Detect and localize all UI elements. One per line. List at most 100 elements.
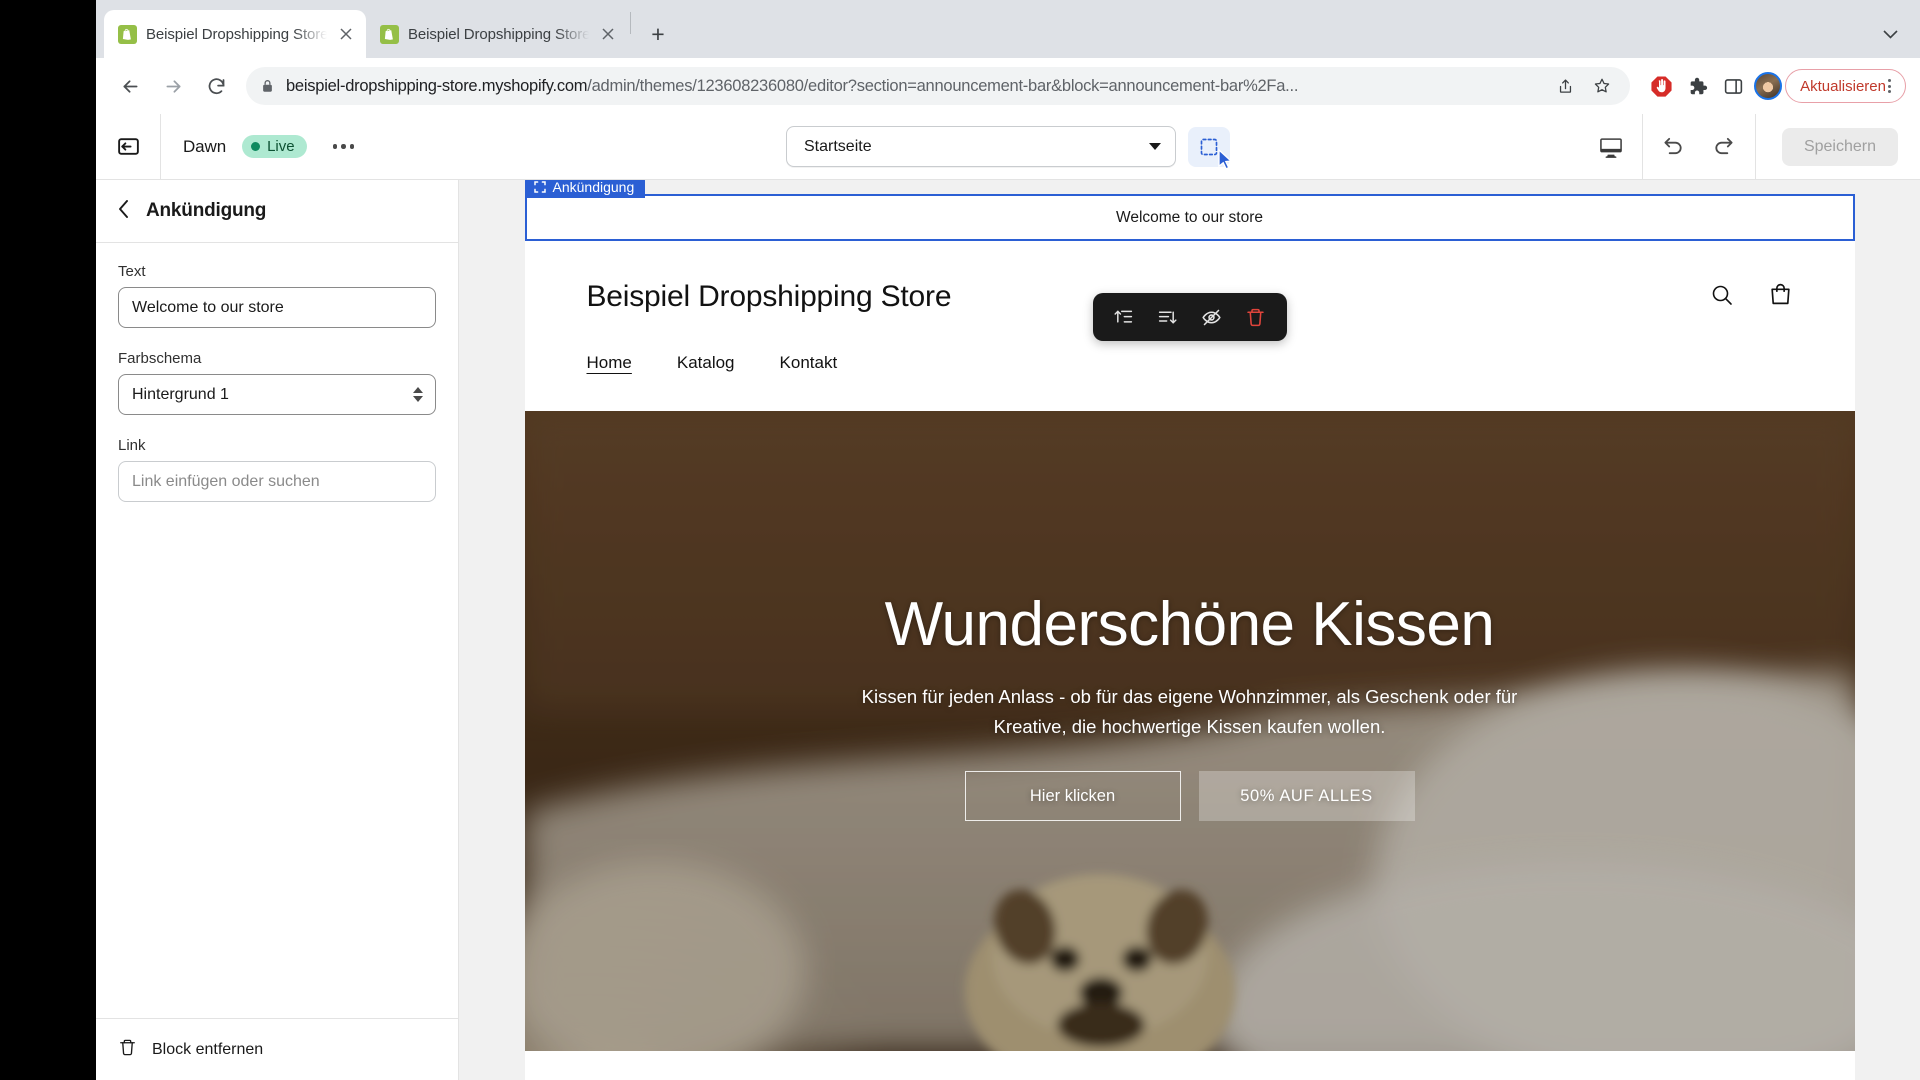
cursor-icon [1216,148,1236,177]
inspector-button[interactable] [1188,126,1233,170]
stepper-icon [413,387,423,402]
tab-title: Beispiel Dropshipping Store · E [408,25,589,43]
nav-item-kontakt[interactable]: Kontakt [780,353,838,373]
field-link: Link Link einfügen oder suchen [118,437,436,502]
forward-arrow-icon[interactable] [153,66,193,106]
announcement-badge[interactable]: Ankündigung [524,180,646,198]
hero-buttons: Hier klicken 50% AUF ALLES [525,771,1855,822]
field-label: Text [118,263,146,280]
remove-block-label: Block entfernen [152,1040,264,1058]
back-arrow-icon[interactable] [110,66,150,106]
hero-content: Wunderschöne Kissen Kissen für jeden Anl… [525,589,1855,822]
block-select-icon [533,181,546,193]
remove-block-button[interactable]: Block entfernen [96,1018,458,1080]
tab-title: Beispiel Dropshipping Store · D [146,25,327,43]
history-buttons [1643,113,1756,180]
editor-body: Ankündigung Text Welcome to our store Fa… [96,180,1920,1080]
tab-divider [630,12,631,34]
hero-section: Wunderschöne Kissen Kissen für jeden Anl… [524,411,1855,1051]
update-browser-button[interactable]: Aktualisieren [1785,69,1906,103]
hide-icon[interactable] [1193,298,1231,336]
move-up-icon[interactable] [1105,298,1143,336]
tab-strip: Beispiel Dropshipping Store · D Beispiel… [96,0,1920,58]
reload-icon[interactable] [196,66,236,106]
theme-editor: Dawn Live Startseite Speichern Ankündigu… [96,113,1920,1080]
browser-window: Beispiel Dropshipping Store · D Beispiel… [96,0,1920,1080]
color-scheme-select[interactable]: Hintergrund 1 [118,374,436,415]
extension-icons [1646,71,1783,101]
desktop-icon[interactable] [1581,113,1643,180]
hero-subtitle: Kissen für jeden Anlass - ob für das eig… [861,686,1518,737]
hero-secondary-button[interactable]: 50% AUF ALLES [1198,771,1415,822]
store-name: Beispiel Dropshipping Store [586,280,952,313]
chevron-down-icon [1149,143,1161,150]
address-bar[interactable]: beispiel-dropshipping-store.myshopify.co… [246,67,1631,105]
trash-icon [118,1038,137,1062]
redo-icon[interactable] [1699,114,1749,180]
adblock-icon[interactable] [1646,71,1676,101]
theme-name: Dawn [183,136,227,156]
page-selector-group: Startseite [786,126,1233,170]
close-icon[interactable] [598,24,618,44]
announcement-badge-label: Ankündigung [552,180,635,195]
status-badge-label: Live [267,138,295,155]
new-tab-button[interactable]: + [641,17,675,51]
lock-icon [261,79,275,93]
star-icon[interactable] [1589,73,1615,99]
editor-toolbar-right: Speichern [1581,113,1920,180]
block-float-toolbar [1092,293,1287,341]
text-input[interactable]: Welcome to our store [118,287,436,328]
editor-toolbar: Dawn Live Startseite Speichern [96,113,1920,180]
link-input[interactable]: Link einfügen oder suchen [118,461,436,502]
page-selector-value: Startseite [804,137,872,155]
field-text: Text Welcome to our store [118,263,436,328]
screen: Beispiel Dropshipping Store · D Beispiel… [0,0,1920,1080]
panel-header: Ankündigung [96,180,458,243]
panel-body: Text Welcome to our store Farbschema Hin… [96,243,458,1018]
puzzle-extensions-icon[interactable] [1682,71,1712,101]
avatar[interactable] [1754,72,1783,100]
field-color-scheme: Farbschema Hintergrund 1 [118,350,436,415]
shopify-icon [118,24,137,44]
chevron-down-icon[interactable] [1883,26,1898,42]
field-label: Link [118,437,146,454]
field-label: Farbschema [118,350,202,367]
save-button[interactable]: Speichern [1781,127,1898,166]
announcement-text: Welcome to our store [1115,208,1264,226]
move-down-icon[interactable] [1149,298,1187,336]
status-badge: Live [242,135,307,158]
omnibox-bar: beispiel-dropshipping-store.myshopify.co… [96,58,1920,114]
share-icon[interactable] [1552,73,1578,99]
browser-tab-2[interactable]: Beispiel Dropshipping Store · E [366,10,628,58]
announcement-bar[interactable]: Ankündigung Welcome to our store [524,180,1855,241]
cart-icon[interactable] [1768,282,1793,312]
store-header-icons [1710,282,1793,312]
nav-item-home[interactable]: Home [587,353,632,373]
hero-title: Wunderschöne Kissen [884,590,1495,659]
delete-icon[interactable] [1237,298,1275,336]
block-settings-panel: Ankündigung Text Welcome to our store Fa… [96,180,459,1080]
browser-tab-1[interactable]: Beispiel Dropshipping Store · D [104,10,366,58]
color-scheme-value: Hintergrund 1 [132,385,229,403]
theme-more-menu[interactable] [323,136,365,157]
live-dot-icon [251,142,261,151]
kebab-icon[interactable] [1888,79,1891,93]
store-header: Beispiel Dropshipping Store [525,241,1855,353]
update-browser-label: Aktualisieren [1800,77,1886,95]
side-panel-icon[interactable] [1718,71,1748,101]
shopify-icon [380,24,399,44]
url-text: beispiel-dropshipping-store.myshopify.co… [286,76,1299,95]
page-title: Ankündigung [146,200,267,221]
preview-area: Ankündigung Welcome to our store Beispie… [459,180,1920,1080]
chevron-left-icon[interactable] [118,200,129,222]
page-selector[interactable]: Startseite [786,126,1176,167]
undo-icon[interactable] [1649,114,1699,180]
nav-item-katalog[interactable]: Katalog [677,353,735,373]
search-icon[interactable] [1710,283,1734,312]
hero-primary-button[interactable]: Hier klicken [964,771,1181,822]
close-icon[interactable] [336,24,356,44]
theme-meta: Dawn Live [161,135,364,158]
store-navigation: Home Katalog Kontakt [525,353,1855,411]
storefront-preview: Ankündigung Welcome to our store Beispie… [524,180,1855,1080]
exit-editor-icon[interactable] [96,113,161,180]
